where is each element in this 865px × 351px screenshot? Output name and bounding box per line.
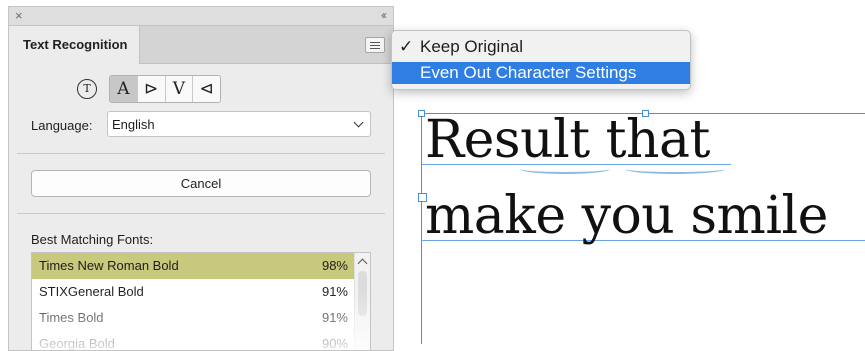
collapse-icon[interactable]: ‹‹ <box>381 7 387 24</box>
text-recognition-panel: × ‹‹ Text Recognition T A ⊳ V ⊲ Language… <box>8 6 394 351</box>
font-match: 91% <box>321 284 348 299</box>
font-list: Times New Roman Bold 98% STIXGeneral Bol… <box>31 252 371 351</box>
canvas-text-line-1[interactable]: Result that <box>425 110 710 170</box>
recognition-underline <box>625 164 725 174</box>
text-rotate-icon[interactable]: T <box>77 79 97 99</box>
font-name: Times New Roman Bold <box>39 258 179 273</box>
menu-item-keep-original[interactable]: ✓ Keep Original <box>392 36 690 58</box>
frame-handle[interactable] <box>418 110 425 117</box>
menu-item-label: Even Out Character Settings <box>420 63 637 82</box>
font-name: Georgia Bold <box>39 336 115 351</box>
font-name: STIXGeneral Bold <box>39 284 144 299</box>
language-value: English <box>112 117 155 132</box>
font-list-item[interactable]: Georgia Bold 90% <box>32 331 356 351</box>
mode-button-down[interactable]: V <box>165 76 194 102</box>
font-match: 98% <box>321 258 348 273</box>
menu-item-label: Keep Original <box>420 37 524 56</box>
font-list-item[interactable]: STIXGeneral Bold 91% <box>32 279 356 305</box>
recognition-underline <box>520 164 610 174</box>
panel-menu-icon[interactable] <box>365 37 385 53</box>
panel-title-strip: × ‹‹ <box>9 7 393 26</box>
divider <box>17 213 385 214</box>
font-list-item[interactable]: Times New Roman Bold 98% <box>32 253 356 279</box>
mode-button-right[interactable]: ⊳ <box>137 76 166 102</box>
checkmark-icon: ✓ <box>399 37 414 56</box>
font-match: 90% <box>321 336 348 351</box>
mode-button-group: A ⊳ V ⊲ <box>109 75 221 103</box>
close-icon[interactable]: × <box>15 7 23 25</box>
canvas-text-line-2[interactable]: make you smile <box>425 186 828 246</box>
best-matching-fonts-label: Best Matching Fonts: <box>31 232 154 247</box>
panel-tab-bar: Text Recognition <box>9 26 393 64</box>
font-list-item[interactable]: Times Bold 91% <box>32 305 356 331</box>
font-match: 91% <box>321 310 348 325</box>
language-label: Language: <box>31 118 93 133</box>
divider <box>17 153 385 154</box>
font-name: Times Bold <box>39 310 104 325</box>
mode-button-upright[interactable]: A <box>110 76 138 102</box>
font-list-scrollbar[interactable] <box>354 253 370 350</box>
language-select[interactable]: English <box>107 111 371 137</box>
chevron-down-icon <box>353 117 364 128</box>
scrollbar-thumb[interactable] <box>358 271 367 316</box>
chevron-up-icon[interactable] <box>357 258 368 269</box>
cancel-button[interactable]: Cancel <box>31 170 371 197</box>
panel-popup-menu: ✓ Keep Original Even Out Character Setti… <box>391 30 691 90</box>
tab-text-recognition[interactable]: Text Recognition <box>9 26 140 64</box>
menu-item-even-out-character-settings[interactable]: Even Out Character Settings <box>392 62 690 84</box>
mode-button-left[interactable]: ⊲ <box>193 76 220 102</box>
